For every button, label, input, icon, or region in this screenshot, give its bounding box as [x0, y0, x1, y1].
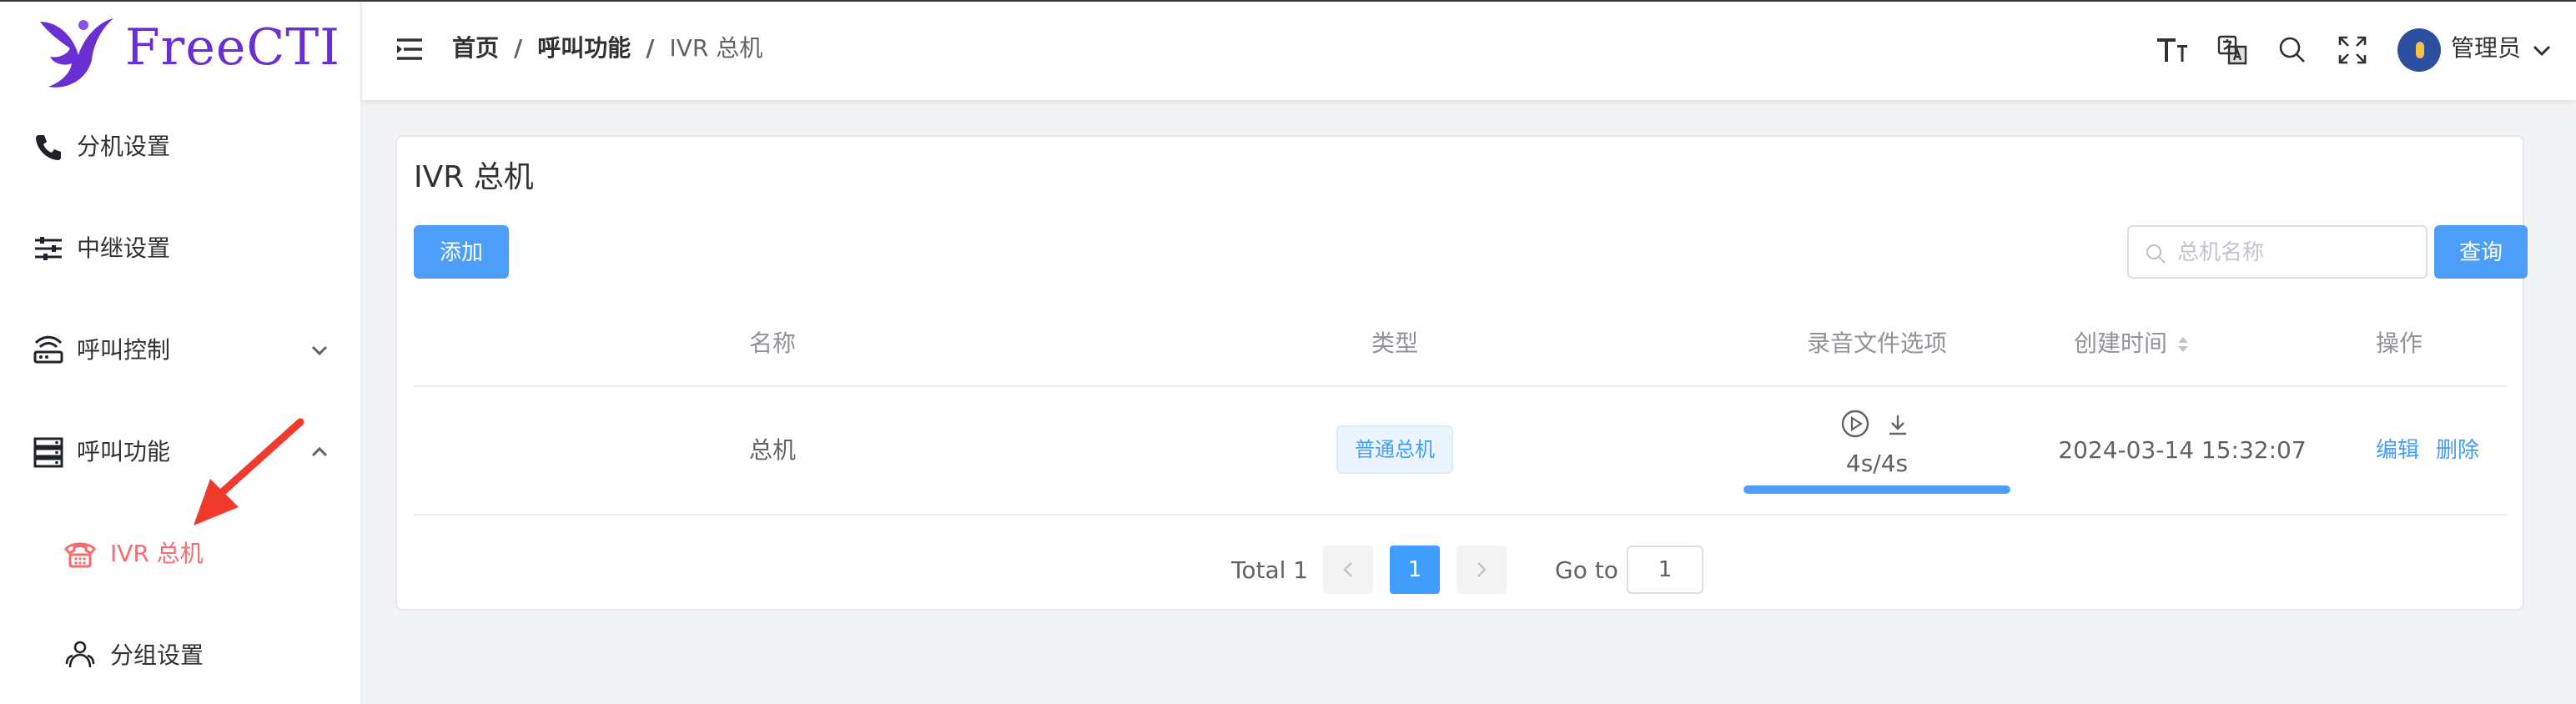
chevron-down-icon[interactable]	[2529, 35, 2554, 65]
hamburger-menu-icon[interactable]	[395, 37, 424, 62]
top-header: 首页 / 呼叫功能 / IVR 总机 管理员	[362, 2, 2576, 100]
column-header-recording: 录音文件选项	[1806, 329, 1947, 357]
translate-icon[interactable]	[2216, 33, 2249, 67]
delete-link[interactable]: 删除	[2436, 435, 2479, 465]
avatar[interactable]	[2397, 28, 2441, 72]
search-input[interactable]	[2176, 234, 2421, 272]
pagination-total: Total 1	[1231, 556, 1309, 584]
page-title: IVR 总机	[414, 160, 534, 194]
breadcrumb: 首页 / 呼叫功能 / IVR 总机	[452, 32, 762, 65]
breadcrumb-separator: /	[646, 34, 655, 62]
type-tag: 普通总机	[1336, 425, 1453, 474]
chevron-right-icon	[1477, 562, 1487, 577]
table-header-divider	[414, 385, 2508, 387]
edit-link[interactable]: 编辑	[2376, 435, 2419, 465]
annotation-arrow	[194, 418, 304, 525]
column-header-name: 名称	[748, 329, 796, 357]
query-button[interactable]: 查询	[2434, 225, 2528, 279]
breadcrumb-call-function[interactable]: 呼叫功能	[537, 34, 631, 62]
download-icon[interactable]	[1885, 412, 1910, 437]
table-row-divider	[414, 514, 2508, 515]
breadcrumb-current: IVR 总机	[669, 34, 763, 62]
column-header-created-label: 创建时间	[2074, 329, 2168, 357]
add-button[interactable]: 添加	[414, 225, 509, 279]
pagination-prev-button[interactable]	[1323, 546, 1373, 594]
chevron-left-icon	[1343, 562, 1352, 577]
cell-created-at: 2024-03-14 15:32:07	[2058, 436, 2307, 464]
breadcrumb-home[interactable]: 首页	[452, 34, 499, 62]
recording-progress-fill	[1743, 485, 2010, 494]
column-header-created[interactable]: 创建时间	[2074, 327, 2224, 360]
column-header-type: 类型	[1371, 329, 1418, 357]
sort-icon[interactable]	[2175, 332, 2191, 357]
cell-name: 总机	[748, 436, 796, 464]
search-icon	[2146, 244, 2166, 264]
search-box[interactable]	[2127, 225, 2428, 279]
breadcrumb-separator: /	[514, 34, 523, 62]
pagination-goto-input[interactable]: 1	[1627, 546, 1703, 594]
pagination-goto-label: Go to	[1555, 556, 1618, 584]
pagination-page[interactable]: 1	[1390, 546, 1440, 594]
recording-progress-bar[interactable]	[1743, 485, 2010, 494]
recording-time: 4s/4s	[1845, 450, 1909, 477]
search-icon[interactable]	[2276, 33, 2309, 67]
play-icon[interactable]	[1840, 409, 1870, 439]
ivr-card: IVR 总机 添加 查询 名称 类型 录音文件选项 创建时间 操作 总机 普通总…	[395, 135, 2528, 611]
column-header-actions: 操作	[2375, 329, 2423, 357]
fullscreen-icon[interactable]	[2336, 33, 2369, 67]
pagination-next-button[interactable]	[1457, 546, 1507, 594]
font-size-icon[interactable]	[2156, 33, 2189, 67]
user-name[interactable]: 管理员	[2451, 32, 2521, 65]
